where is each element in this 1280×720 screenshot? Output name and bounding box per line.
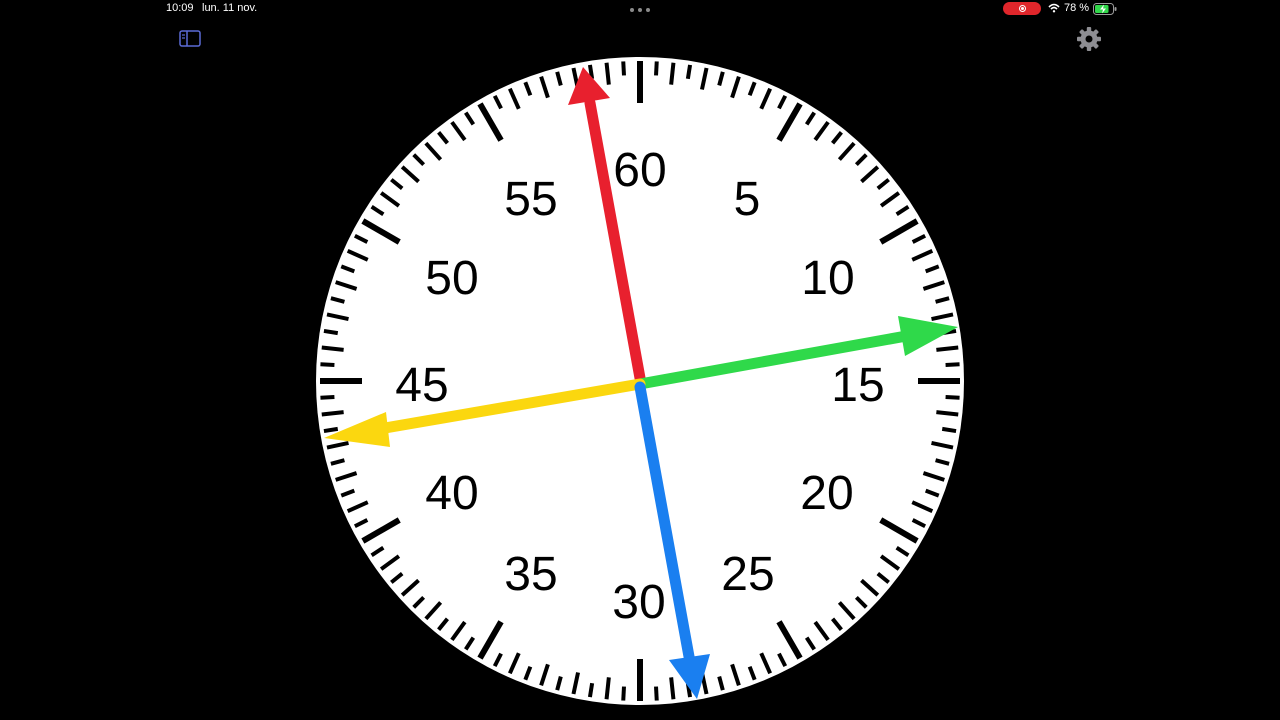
minor-tick [685,64,693,80]
screen-recording-indicator[interactable] [1003,2,1041,15]
dial-number-55: 55 [504,173,557,226]
dial-number-25: 25 [721,548,774,601]
minor-tick [323,426,339,434]
dial-number-30: 30 [612,576,665,629]
minor-tick [587,682,595,698]
dial-number-15: 15 [831,359,884,412]
minor-tick [654,61,659,76]
minor-tick [621,61,626,76]
multitask-handle[interactable] [630,8,650,12]
battery-charging-icon [1093,3,1117,15]
settings-button[interactable] [1076,26,1102,52]
minor-tick [323,328,339,336]
dial-number-50: 50 [425,252,478,305]
record-icon [1018,5,1026,12]
minor-tick [936,345,959,352]
minor-tick [321,345,344,352]
minor-tick [941,426,957,434]
wifi-icon [1048,3,1060,13]
dial-number-40: 40 [425,467,478,520]
minor-tick [604,62,611,85]
minor-tick [945,395,960,400]
status-time: 10:09 [166,2,194,14]
dial-number-10: 10 [801,252,854,305]
status-bar: 10:09 lun. 11 nov. 78 % [0,0,1280,18]
dial-number-35: 35 [504,548,557,601]
minor-tick [320,362,335,367]
dial-number-45: 45 [395,359,448,412]
sidebar-toggle-icon [179,30,201,47]
gear-icon [1077,27,1101,51]
dial-number-20: 20 [800,467,853,520]
minor-tick [654,686,659,701]
minor-tick [669,677,676,700]
minor-tick [669,62,676,85]
status-date: lun. 11 nov. [202,2,258,14]
minor-tick [604,677,611,700]
minor-tick [945,362,960,367]
dial-number-5: 5 [734,173,761,226]
battery-percentage: 78 % [1064,2,1090,14]
minor-tick [936,410,959,417]
sidebar-toggle-button[interactable] [178,29,202,49]
minor-tick [621,686,626,701]
dial-number-60: 60 [613,144,666,197]
minor-tick [320,395,335,400]
minor-tick [321,410,344,417]
clock-face: 60 5 10 15 20 25 30 35 40 45 50 55 [316,57,964,705]
